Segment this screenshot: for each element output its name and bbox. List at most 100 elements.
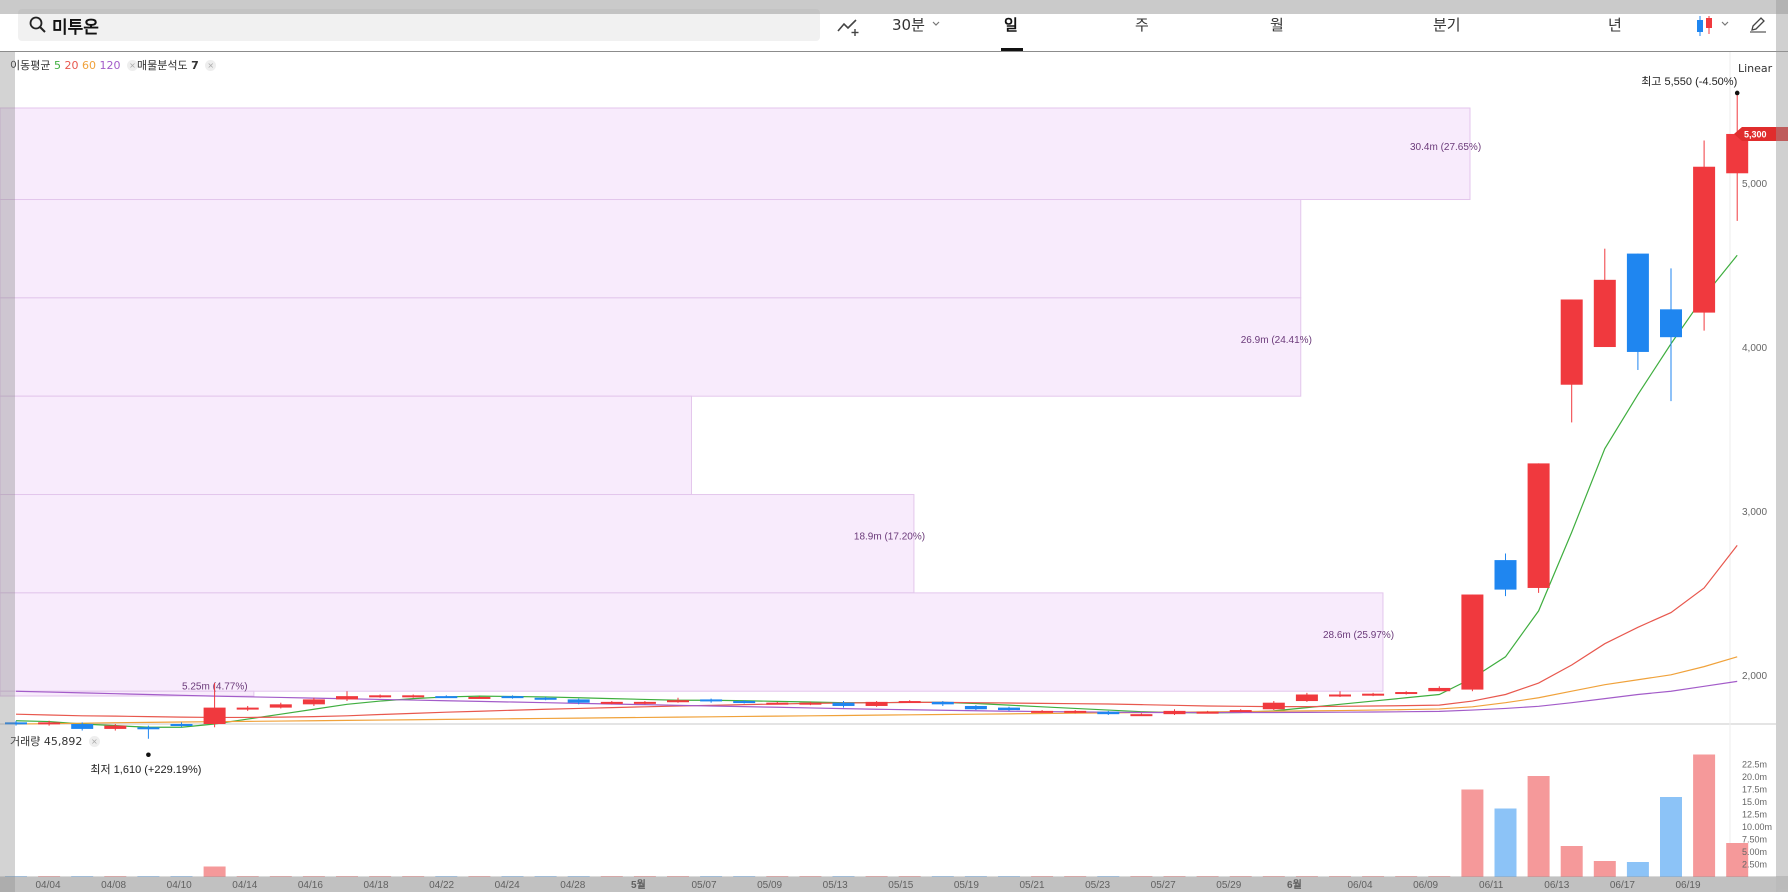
volume-axis-tick: 22.5m <box>1742 760 1767 770</box>
candle-body <box>402 695 425 698</box>
candle-body <box>600 701 623 704</box>
volume-axis-tick: 10.00m <box>1742 822 1772 832</box>
interval-selector[interactable]: 30분 <box>892 14 925 35</box>
candle-body <box>1097 711 1120 715</box>
candle-body <box>1262 702 1285 710</box>
candle-body <box>633 701 656 704</box>
candle-body <box>1560 299 1583 385</box>
candle-body <box>1693 166 1716 313</box>
candle-body <box>501 696 524 699</box>
candle-body <box>1527 463 1550 588</box>
volume-axis-tick: 15.0m <box>1742 797 1767 807</box>
volume-axis-tick: 20.0m <box>1742 772 1767 782</box>
stock-chart-app: 미투온 30분 일 주 월 분기 년 이동평균 5 20 60 120 × 매물… <box>0 0 1788 892</box>
tab-day[interactable]: 일 <box>1004 14 1018 35</box>
volume-axis-tick: 2.50m <box>1742 860 1767 870</box>
candle-body <box>170 724 193 726</box>
candle-body <box>998 707 1020 711</box>
pencil-icon[interactable] <box>1748 14 1768 34</box>
volume-profile-bar <box>0 395 692 496</box>
candle-body <box>38 722 61 725</box>
candle-body <box>1461 594 1484 690</box>
candle-body <box>1362 693 1385 696</box>
volume-profile-bar <box>0 494 915 594</box>
candle-body <box>832 702 855 706</box>
candle-body <box>1626 253 1649 352</box>
candle-body <box>1494 560 1517 590</box>
volume-profile-bar <box>0 592 1384 692</box>
tab-quarter[interactable]: 분기 <box>1433 14 1461 35</box>
candle-body <box>1295 694 1318 702</box>
high-point-marker <box>1734 90 1740 96</box>
volume-bar <box>1626 862 1649 877</box>
candle-body <box>137 727 160 730</box>
price-axis-tick: 5,000 <box>1742 179 1767 190</box>
candle-body <box>865 701 888 706</box>
volume-axis-tick: 12.5m <box>1742 810 1767 820</box>
active-tab-indicator <box>1001 48 1023 51</box>
volume-profile-label: 28.6m (25.97%) <box>1323 630 1394 641</box>
candle-body <box>336 696 358 700</box>
candle-body <box>71 724 94 729</box>
candle-body <box>667 700 689 703</box>
volume-profile-bar <box>0 199 1302 299</box>
candle-body <box>1395 692 1418 695</box>
candle-body <box>1660 309 1682 338</box>
volume-bar <box>1494 808 1517 877</box>
search-icon[interactable] <box>28 15 48 35</box>
candle-body <box>567 699 590 703</box>
price-chart[interactable]: 30.4m (27.65%) 26.9m (24.41%) 18.9m (17.20… <box>0 52 1788 892</box>
tab-week[interactable]: 주 <box>1135 14 1149 35</box>
candle-body <box>269 704 292 708</box>
low-annotation: 최저 1,610 (+229.19%) <box>90 763 201 776</box>
candle-body <box>964 705 987 710</box>
volume-bar <box>1461 789 1484 877</box>
volume-axis-tick: 5.00m <box>1742 847 1767 857</box>
candle-body <box>534 697 557 700</box>
high-annotation: 최고 5,550 (-4.50%) <box>1641 75 1737 88</box>
candle-body <box>733 701 756 704</box>
volume-profile-label: 26.9m (24.41%) <box>1241 335 1312 346</box>
candle-body <box>203 707 226 724</box>
tab-year[interactable]: 년 <box>1608 14 1622 35</box>
chevron-down-icon[interactable] <box>931 20 941 28</box>
chevron-down-icon[interactable] <box>1720 20 1730 28</box>
screen-overlay <box>0 52 15 892</box>
volume-bar <box>1693 754 1716 877</box>
screen-overlay <box>1776 0 1788 892</box>
volume-profile-bar <box>0 107 1471 201</box>
volume-bar <box>1560 846 1583 877</box>
price-axis-tick: 2,000 <box>1742 671 1767 682</box>
candle-style-icon[interactable] <box>1694 14 1716 38</box>
candle-body <box>799 702 822 705</box>
candle-body <box>1593 279 1616 348</box>
tab-month[interactable]: 월 <box>1270 14 1284 35</box>
volume-bar <box>1593 861 1616 877</box>
current-price-label: 5,300 <box>1744 129 1767 139</box>
screen-overlay <box>0 876 1788 892</box>
candle-body <box>1329 694 1351 697</box>
candle-body <box>1031 710 1054 713</box>
candle-body <box>468 696 491 699</box>
price-axis-tick: 3,000 <box>1742 507 1767 518</box>
price-axis-tick: 4,000 <box>1742 343 1767 354</box>
volume-bar <box>1660 797 1682 877</box>
candle-body <box>1130 714 1153 717</box>
low-point-marker <box>146 752 151 758</box>
candle-body <box>1163 710 1186 715</box>
stock-name-input[interactable]: 미투온 <box>52 13 99 38</box>
volume-profile-bar <box>0 297 1302 397</box>
candle-body <box>1428 687 1451 692</box>
volume-bar <box>1527 776 1550 877</box>
candle-body <box>104 725 127 729</box>
candle-body <box>369 695 392 698</box>
drawing-tool-icon[interactable] <box>836 15 862 37</box>
candle-body <box>302 699 325 705</box>
volume-profile-label: 18.9m (17.20%) <box>854 532 925 543</box>
candle-body <box>931 701 954 705</box>
candle-body <box>766 702 789 705</box>
volume-profile-label: 30.4m (27.65%) <box>1410 142 1481 153</box>
candle-body <box>1196 711 1219 714</box>
candle-body <box>1229 710 1252 713</box>
candle-body <box>898 701 921 704</box>
